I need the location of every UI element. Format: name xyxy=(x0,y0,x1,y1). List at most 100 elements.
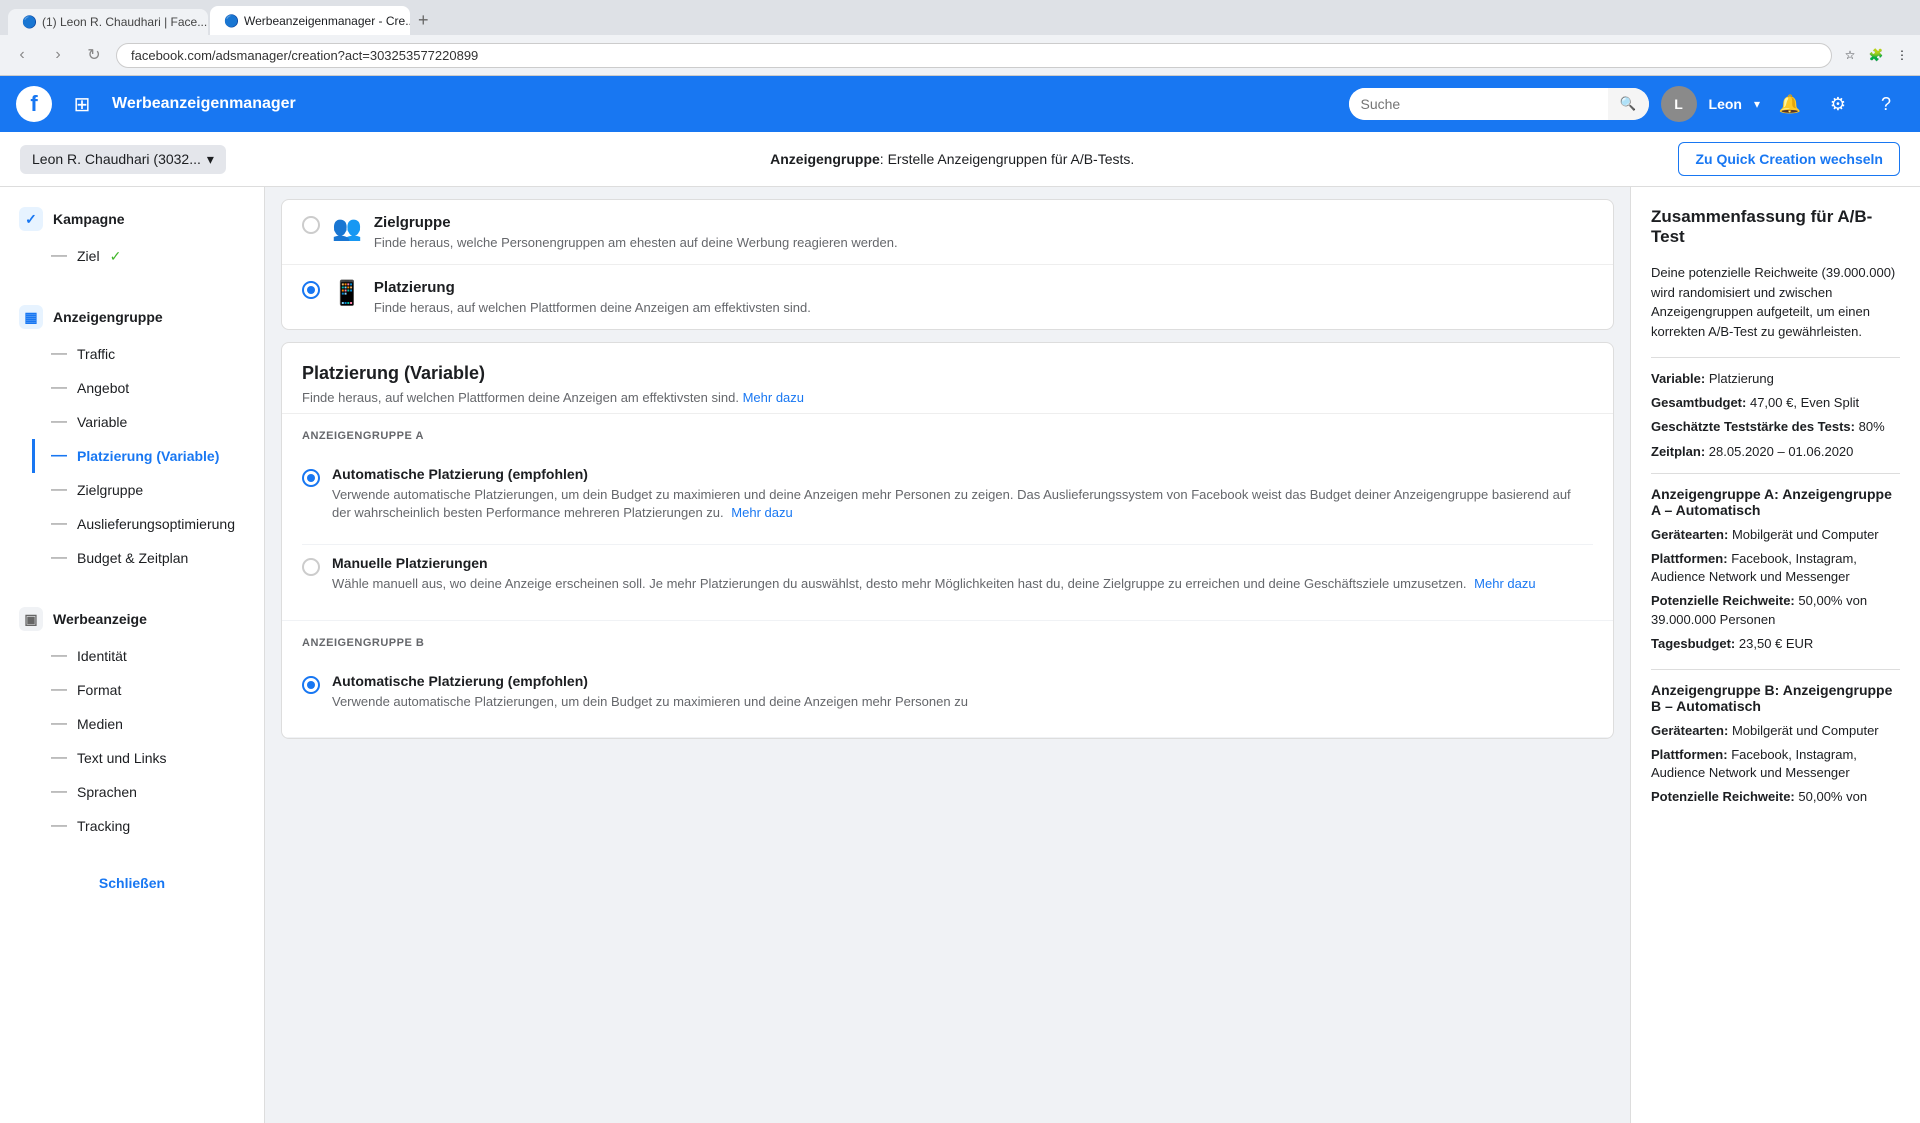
variable-title: Platzierung (Variable) xyxy=(302,363,1593,384)
group-b-title: Anzeigengruppe B: Anzeigengruppe B – Aut… xyxy=(1651,682,1900,714)
platzierung-radio[interactable] xyxy=(302,281,320,299)
search-button[interactable]: 🔍 xyxy=(1608,88,1649,120)
auto-placement-b-title: Automatische Platzierung (empfohlen) xyxy=(332,673,968,689)
address-bar[interactable]: facebook.com/adsmanager/creation?act=303… xyxy=(116,43,1832,68)
facebook-logo: f xyxy=(16,86,52,122)
sidebar-item-medien[interactable]: — Medien xyxy=(32,707,264,741)
auto-placement-a-content: Automatische Platzierung (empfohlen) Ver… xyxy=(332,466,1593,522)
sidebar-item-budget-zeitplan[interactable]: — Budget & Zeitplan xyxy=(32,541,264,575)
right-panel: Zusammenfassung für A/B-Test Deine poten… xyxy=(1630,187,1920,1123)
account-dropdown-icon: ▾ xyxy=(207,151,214,168)
tab-favicon-1: 🔵 xyxy=(22,15,36,29)
variable-header: Platzierung (Variable) Finde heraus, auf… xyxy=(282,343,1613,414)
zielgruppe-label: Zielgruppe xyxy=(77,482,143,498)
dash-icon: — xyxy=(51,247,67,265)
breadcrumb: Anzeigengruppe: Erstelle Anzeigengruppen… xyxy=(770,151,1134,167)
settings-icon[interactable]: ⚙ xyxy=(1820,86,1856,122)
browser-tab-2[interactable]: 🔵 Werbeanzeigenmanager - Cre... ✕ xyxy=(210,6,410,35)
zielgruppe-radio[interactable] xyxy=(302,216,320,234)
app-header: f ⊞ Werbeanzeigenmanager 🔍 L Leon ▾ 🔔 ⚙ … xyxy=(0,76,1920,132)
manual-placement-a-radio[interactable] xyxy=(302,558,320,576)
back-button[interactable]: ‹ xyxy=(8,41,36,69)
reload-button[interactable]: ↻ xyxy=(80,41,108,69)
tracking-label: Tracking xyxy=(77,818,130,834)
auto-placement-a[interactable]: Automatische Platzierung (empfohlen) Ver… xyxy=(302,456,1593,532)
sidebar-item-sprachen[interactable]: — Sprachen xyxy=(32,775,264,809)
sidebar-adgroup-section: ▦ Anzeigengruppe — Traffic — Angebot — V… xyxy=(0,285,264,587)
notifications-icon[interactable]: 🔔 xyxy=(1772,86,1808,122)
sidebar-item-ziel[interactable]: — Ziel ✓ xyxy=(32,239,264,273)
dash-icon-5: — xyxy=(51,447,67,465)
zielgruppe-option-content: Zielgruppe Finde heraus, welche Personen… xyxy=(374,214,898,250)
auto-placement-a-radio[interactable] xyxy=(302,469,320,487)
group-b-title-label: Anzeigengruppe B: xyxy=(1651,682,1779,698)
manual-placement-a-title: Manuelle Platzierungen xyxy=(332,555,1536,571)
sidebar-item-zielgruppe[interactable]: — Zielgruppe xyxy=(32,473,264,507)
manual-placement-a-desc: Wähle manuell aus, wo deine Anzeige ersc… xyxy=(332,575,1536,593)
app-title: Werbeanzeigenmanager xyxy=(112,95,1337,113)
group-b-reichweite: Potenzielle Reichweite: 50,00% von xyxy=(1651,788,1900,806)
extensions-icon[interactable]: 🧩 xyxy=(1866,45,1886,65)
variable-options-card: 👥 Zielgruppe Finde heraus, welche Person… xyxy=(281,199,1614,330)
main-content: 👥 Zielgruppe Finde heraus, welche Person… xyxy=(265,187,1630,1123)
sidebar-item-identitaet[interactable]: — Identität xyxy=(32,639,264,673)
auto-placement-b-radio[interactable] xyxy=(302,676,320,694)
browser-tabs: 🔵 (1) Leon R. Chaudhari | Face... 🔵 Werb… xyxy=(8,6,1912,35)
sidebar-item-text-links[interactable]: — Text und Links xyxy=(32,741,264,775)
traffic-label: Traffic xyxy=(77,346,115,362)
sidebar-item-auslieferung[interactable]: — Auslieferungsoptimierung xyxy=(32,507,264,541)
sidebar-item-variable[interactable]: — Variable xyxy=(32,405,264,439)
manual-placement-a[interactable]: Manuelle Platzierungen Wähle manuell aus… xyxy=(302,544,1593,603)
account-selector[interactable]: Leon R. Chaudhari (3032... ▾ xyxy=(20,145,226,174)
sidebar: ✓ Kampagne — Ziel ✓ ▦ Anzeigengruppe — T… xyxy=(0,187,265,1123)
search-box[interactable]: 🔍 xyxy=(1349,88,1649,120)
sidebar-ad-sub: — Identität — Format — Medien — Text und… xyxy=(0,639,264,843)
dash-icon-14: — xyxy=(51,817,67,835)
test-strength-label: Geschätzte Teststärke des Tests: xyxy=(1651,419,1855,434)
auto-placement-a-title: Automatische Platzierung (empfohlen) xyxy=(332,466,1593,482)
browser-nav: ‹ › ↻ facebook.com/adsmanager/creation?a… xyxy=(0,35,1920,76)
medien-label: Medien xyxy=(77,716,123,732)
tab-favicon-2: 🔵 xyxy=(224,14,238,28)
auslieferung-label: Auslieferungsoptimierung xyxy=(77,516,235,532)
platzierung-option-title: Platzierung xyxy=(374,279,811,296)
platzierung-option-content: Platzierung Finde heraus, auf welchen Pl… xyxy=(374,279,811,315)
sidebar-item-tracking[interactable]: — Tracking xyxy=(32,809,264,843)
browser-tab-1[interactable]: 🔵 (1) Leon R. Chaudhari | Face... xyxy=(8,9,208,35)
variable-row-label: Variable: xyxy=(1651,371,1705,386)
sidebar-item-angebot[interactable]: — Angebot xyxy=(32,371,264,405)
sidebar-close-button[interactable]: Schließen xyxy=(0,863,264,903)
sidebar-item-platzierung-variable[interactable]: — Platzierung (Variable) xyxy=(32,439,264,473)
sidebar-ziel-label: Ziel xyxy=(77,248,100,264)
search-input[interactable] xyxy=(1349,88,1608,120)
menu-icon[interactable]: ⋮ xyxy=(1892,45,1912,65)
platzierung-option[interactable]: 📱 Platzierung Finde heraus, auf welchen … xyxy=(282,265,1613,329)
help-icon[interactable]: ? xyxy=(1868,86,1904,122)
auto-mehr-dazu-a-link[interactable]: Mehr dazu xyxy=(731,505,792,520)
dash-icon-7: — xyxy=(51,515,67,533)
auto-placement-b[interactable]: Automatische Platzierung (empfohlen) Ver… xyxy=(302,663,1593,721)
forward-button[interactable]: › xyxy=(44,41,72,69)
sub-header: Leon R. Chaudhari (3032... ▾ Anzeigengru… xyxy=(0,132,1920,187)
zielgruppe-option[interactable]: 👥 Zielgruppe Finde heraus, welche Person… xyxy=(282,200,1613,265)
schedule-value: 28.05.2020 – 01.06.2020 xyxy=(1709,444,1854,459)
sidebar-ad-section: ▣ Werbeanzeige — Identität — Format — Me… xyxy=(0,587,264,855)
new-tab-button[interactable]: + xyxy=(412,10,435,31)
quick-creation-button[interactable]: Zu Quick Creation wechseln xyxy=(1678,142,1900,176)
variable-mehr-dazu-link[interactable]: Mehr dazu xyxy=(743,390,804,405)
app-grid-icon[interactable]: ⊞ xyxy=(64,86,100,122)
schedule-row: Zeitplan: 28.05.2020 – 01.06.2020 xyxy=(1651,443,1900,461)
campaign-icon: ✓ xyxy=(19,207,43,231)
sidebar-item-traffic[interactable]: — Traffic xyxy=(32,337,264,371)
browser-chrome: 🔵 (1) Leon R. Chaudhari | Face... 🔵 Werb… xyxy=(0,0,1920,35)
test-strength-row: Geschätzte Teststärke des Tests: 80% xyxy=(1651,418,1900,436)
text-links-label: Text und Links xyxy=(77,750,167,766)
sidebar-ad-label: Werbeanzeige xyxy=(53,611,147,627)
bookmark-icon[interactable]: ☆ xyxy=(1840,45,1860,65)
sidebar-item-format[interactable]: — Format xyxy=(32,673,264,707)
group-b-plattformen: Plattformen: Facebook, Instagram, Audien… xyxy=(1651,746,1900,782)
group-a-title-label: Anzeigengruppe A: xyxy=(1651,486,1779,502)
dash-icon-13: — xyxy=(51,783,67,801)
manual-mehr-dazu-a-link[interactable]: Mehr dazu xyxy=(1474,576,1535,591)
dash-icon-8: — xyxy=(51,549,67,567)
